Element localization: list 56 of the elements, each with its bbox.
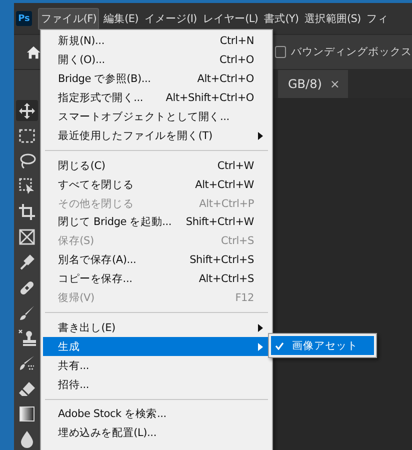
- menu-item[interactable]: 閉じて Bridge を起動... Shift+Ctrl+W: [43, 213, 270, 232]
- menu-item[interactable]: コピーを保存... Alt+Ctrl+S: [43, 270, 270, 289]
- menu-item[interactable]: スマートオブジェクトとして開く...: [43, 108, 270, 126]
- move-icon[interactable]: [18, 102, 36, 120]
- menu-bar-item[interactable]: ファイル(F): [38, 8, 100, 30]
- menu-item[interactable]: 共有...: [43, 356, 270, 376]
- menu-item[interactable]: 生成: [43, 337, 270, 356]
- menu-item[interactable]: 別名で保存(A)... Shift+Ctrl+S: [43, 250, 270, 270]
- eraser-icon[interactable]: [18, 380, 36, 398]
- menu-bar-item[interactable]: 書式(Y): [262, 8, 301, 28]
- shortcut-label: Alt+Ctrl+P: [199, 198, 254, 210]
- checkbox-label: バウンディングボックス: [291, 45, 412, 59]
- menu-bar-item[interactable]: 選択範囲(S): [302, 8, 363, 28]
- shortcut-label: Alt+Ctrl+S: [198, 273, 254, 286]
- menu-item[interactable]: Adobe Stock を検索...: [43, 405, 270, 424]
- close-button[interactable]: ×: [330, 77, 340, 91]
- shortcut-label: Shift+Ctrl+S: [190, 254, 254, 266]
- app-logo: Ps: [16, 11, 32, 26]
- shortcut-label: Shift+Ctrl+W: [186, 216, 254, 228]
- shortcut-label: Alt+Shift+Ctrl+O: [166, 92, 254, 104]
- shortcut-label: Alt+Ctrl+O: [197, 73, 254, 86]
- menu-item[interactable]: 招待...: [43, 375, 270, 394]
- menu-item[interactable]: Bridge で参照(B)... Alt+Ctrl+O: [43, 70, 270, 89]
- menu-item[interactable]: 閉じる(C) Ctrl+W: [43, 156, 270, 176]
- shortcut-label: Ctrl+O: [219, 54, 254, 66]
- eyedropper-icon[interactable]: [18, 253, 36, 272]
- menu-bar-item[interactable]: レイヤー(L): [200, 8, 260, 28]
- shortcut-label: Ctrl+W: [217, 160, 254, 172]
- checkbox[interactable]: [274, 46, 286, 58]
- stamp-icon[interactable]: [18, 329, 36, 348]
- frame-icon[interactable]: [18, 228, 36, 246]
- menu-item[interactable]: すべてを閉じる Alt+Ctrl+W: [43, 175, 270, 194]
- home-icon[interactable]: [26, 44, 42, 60]
- history-brush-icon[interactable]: [18, 354, 36, 372]
- marquee-icon[interactable]: [18, 126, 36, 145]
- gradient-icon[interactable]: [18, 405, 36, 424]
- selection-icon[interactable]: [18, 177, 36, 196]
- crop-icon[interactable]: [18, 202, 36, 221]
- menu-item[interactable]: 指定形式で開く... Alt+Shift+Ctrl+O: [43, 88, 270, 108]
- menu-item[interactable]: 最近使用したファイルを開く(T): [43, 126, 270, 146]
- menu-bar-item[interactable]: 編集(E): [101, 8, 140, 28]
- menu-item[interactable]: 書き出し(E): [43, 318, 270, 338]
- shortcut-label: Ctrl+N: [220, 35, 254, 48]
- document-tab[interactable]: GB/8) ×: [278, 70, 348, 98]
- menu-item[interactable]: 埋め込みを配置(L)...: [43, 424, 270, 443]
- menu-bar-item[interactable]: イメージ(I): [142, 8, 199, 28]
- drop-icon[interactable]: [18, 430, 36, 448]
- shortcut-label: F12: [235, 292, 254, 304]
- shortcut-label: Ctrl+S: [221, 235, 254, 248]
- menu-item[interactable]: 開く(O)... Ctrl+O: [43, 50, 270, 70]
- brush-icon[interactable]: [18, 304, 36, 322]
- menu-item[interactable]: 新規(N)... Ctrl+N: [43, 32, 270, 51]
- shortcut-label: Alt+Ctrl+W: [195, 178, 254, 191]
- lasso-icon[interactable]: [18, 152, 36, 170]
- menu-bar-item[interactable]: フィ: [364, 8, 390, 28]
- menu-item[interactable]: 画像アセット: [271, 336, 374, 355]
